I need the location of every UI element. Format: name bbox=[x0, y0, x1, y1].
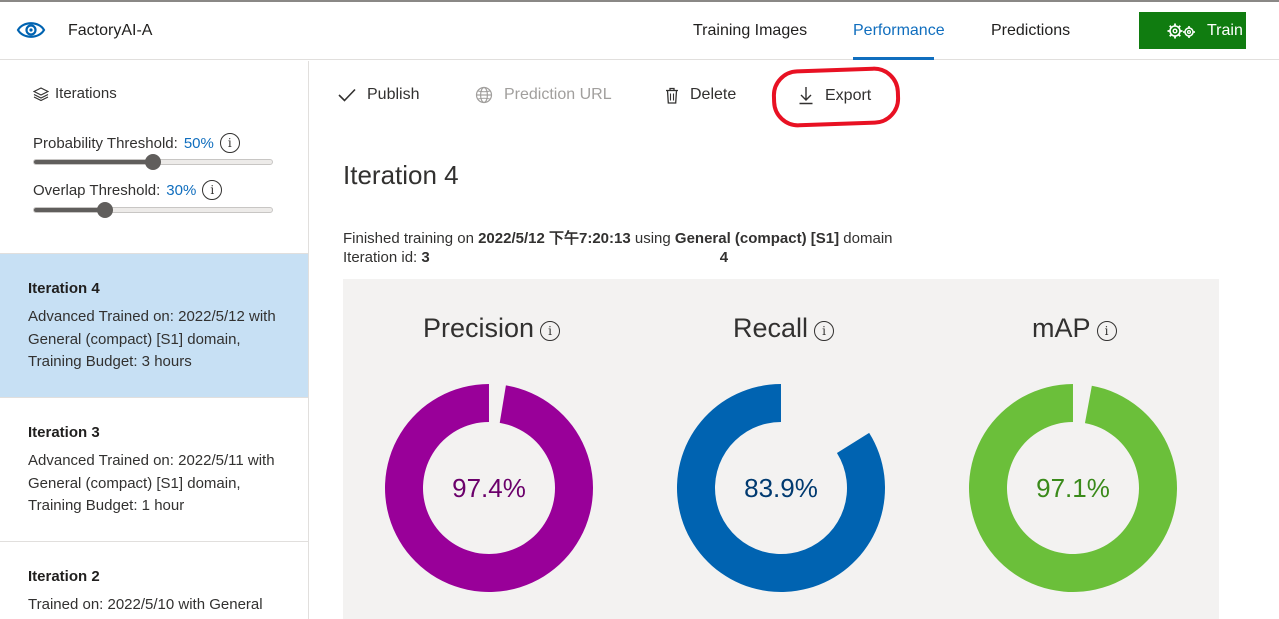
iteration-id: Iteration id: 3 4 bbox=[343, 249, 728, 266]
active-tab-indicator bbox=[853, 57, 934, 60]
layers-icon bbox=[33, 86, 49, 101]
slider-thumb[interactable] bbox=[145, 154, 161, 170]
recall-title: Recall i bbox=[733, 313, 835, 344]
map-label: mAP bbox=[1032, 313, 1091, 343]
overlap-threshold-slider[interactable] bbox=[33, 202, 273, 218]
iteration-id-end: 4 bbox=[719, 249, 729, 266]
iteration-id-start: 3 bbox=[421, 249, 430, 266]
precision-label: Precision bbox=[423, 313, 535, 343]
export-highlight-annotation bbox=[771, 65, 901, 129]
slider-thumb[interactable] bbox=[97, 202, 114, 218]
slider-fill bbox=[34, 160, 153, 164]
publish-button[interactable]: Publish bbox=[338, 86, 419, 104]
gears-icon bbox=[1167, 23, 1195, 38]
probability-threshold-value: 50% bbox=[183, 134, 214, 152]
train-button-label: Train bbox=[1207, 21, 1243, 39]
delete-label: Delete bbox=[690, 86, 737, 103]
info-icon[interactable]: i bbox=[202, 180, 223, 200]
info-icon[interactable]: i bbox=[540, 320, 561, 341]
recall-label: Recall bbox=[733, 313, 809, 343]
info-icon[interactable]: i bbox=[219, 133, 240, 153]
iteration-id-label: Iteration id: bbox=[343, 249, 422, 266]
probability-threshold-text: Probability Threshold: bbox=[33, 134, 178, 152]
publish-label: Publish bbox=[367, 86, 420, 103]
training-date: 2022/5/12 下午7:20:13 bbox=[478, 230, 631, 247]
training-info-prefix: Finished training on bbox=[343, 230, 479, 247]
eye-icon[interactable] bbox=[16, 18, 46, 42]
recall-value: 83.9% bbox=[744, 473, 818, 503]
globe-icon bbox=[475, 86, 493, 104]
project-name[interactable]: FactoryAI-A bbox=[68, 22, 152, 40]
iteration-description: Trained on: 2022/5/10 with General bbox=[28, 596, 263, 613]
tab-predictions[interactable]: Predictions bbox=[991, 22, 1070, 40]
top-bar: FactoryAI-A Training Images Performance … bbox=[0, 0, 1279, 60]
slider-fill bbox=[34, 208, 106, 212]
iterations-sidebar: Iterations Probability Threshold: 50% i … bbox=[0, 61, 309, 619]
trash-icon bbox=[666, 87, 678, 104]
prediction-url-label: Prediction URL bbox=[504, 86, 612, 103]
precision-value: 97.4% bbox=[452, 473, 526, 503]
probability-threshold-label: Probability Threshold: 50% i bbox=[33, 133, 240, 153]
map-title: mAP i bbox=[1032, 313, 1117, 344]
probability-threshold-slider[interactable] bbox=[33, 154, 273, 170]
iteration-card-4[interactable]: Iteration 4 Advanced Trained on: 2022/5/… bbox=[0, 253, 308, 397]
training-info-suffix: domain bbox=[839, 230, 893, 247]
tab-training-images[interactable]: Training Images bbox=[693, 22, 807, 40]
iteration-title: Iteration 4 bbox=[28, 280, 100, 297]
iteration-description: Advanced Trained on: 2022/5/12 with Gene… bbox=[28, 308, 276, 370]
iteration-card-2[interactable]: Iteration 2 Trained on: 2022/5/10 with G… bbox=[0, 541, 308, 619]
iterations-label: Iterations bbox=[55, 85, 117, 102]
iterations-header: Iterations bbox=[33, 85, 117, 102]
map-value: 97.1% bbox=[1036, 473, 1110, 503]
info-icon[interactable]: i bbox=[1096, 320, 1117, 341]
iteration-title: Iteration 3 bbox=[28, 424, 100, 441]
overlap-threshold-text: Overlap Threshold: bbox=[33, 181, 161, 199]
tab-performance[interactable]: Performance bbox=[853, 22, 945, 40]
info-icon[interactable]: i bbox=[814, 320, 835, 341]
iteration-card-3[interactable]: Iteration 3 Advanced Trained on: 2022/5/… bbox=[0, 397, 308, 541]
overlap-threshold-label: Overlap Threshold: 30% i bbox=[33, 180, 223, 200]
precision-title: Precision i bbox=[423, 313, 561, 344]
page-title: Iteration 4 bbox=[343, 160, 459, 190]
metrics-panel: Precision i Recall i mAP i 97.4% 83.9% 9… bbox=[343, 279, 1219, 619]
checkmark-icon bbox=[338, 88, 356, 102]
train-button[interactable]: Train bbox=[1139, 12, 1246, 49]
delete-button[interactable]: Delete bbox=[665, 86, 736, 104]
training-info: Finished training on 2022/5/12 下午7:20:13… bbox=[343, 227, 893, 248]
training-info-using: using bbox=[630, 230, 675, 247]
prediction-url-button[interactable]: Prediction URL bbox=[475, 86, 612, 104]
overlap-threshold-value: 30% bbox=[166, 181, 197, 199]
iteration-id-redacted bbox=[430, 253, 720, 263]
training-domain: General (compact) [S1] bbox=[674, 230, 840, 247]
iteration-description: Advanced Trained on: 2022/5/11 with Gene… bbox=[28, 452, 275, 514]
iteration-title: Iteration 2 bbox=[28, 568, 100, 585]
